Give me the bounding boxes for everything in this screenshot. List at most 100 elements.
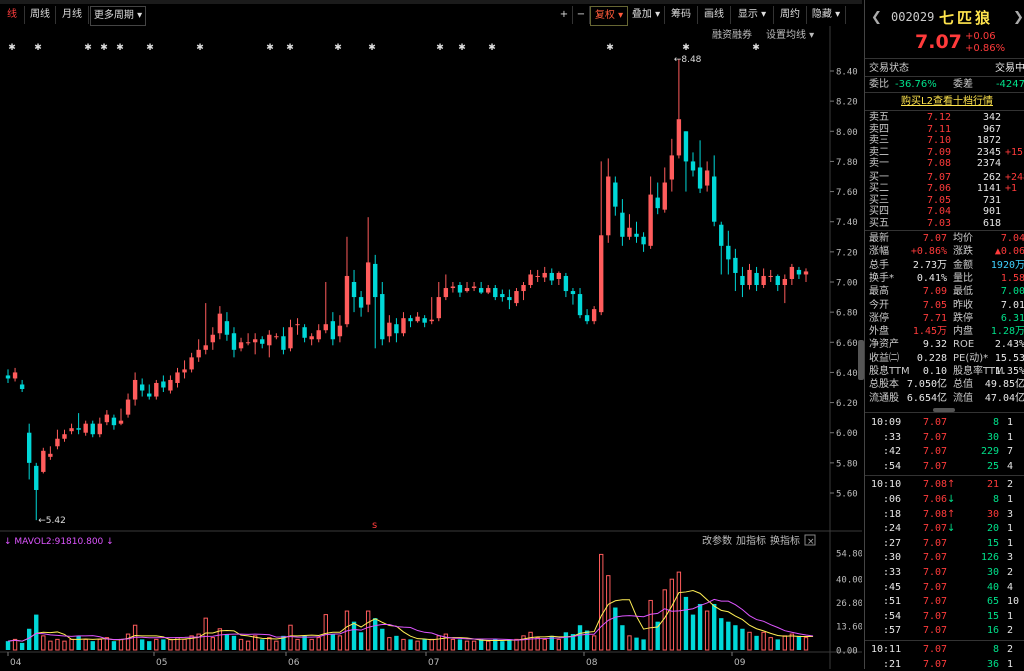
tick-price: 7.07: [923, 610, 948, 622]
level-label: 卖一: [869, 158, 889, 169]
candle-body: [97, 423, 102, 435]
volume-bar: [683, 596, 689, 650]
overlay-dropdown[interactable]: 叠加 ▾: [628, 6, 665, 24]
volume-bar: [704, 610, 710, 651]
price-tick-label: 7.00: [836, 279, 858, 289]
candle-body: [443, 288, 449, 298]
event-marker-icon: ✱: [146, 43, 154, 53]
candle-body: [281, 336, 286, 350]
tick-volume: 16: [986, 625, 999, 637]
display-dropdown[interactable]: 显示 ▾: [731, 6, 774, 24]
month-label: 08: [586, 658, 598, 668]
candle-body: [599, 235, 604, 313]
tick-count: 1: [1007, 431, 1014, 443]
more-periods-dropdown[interactable]: 更多周期 ▾: [90, 6, 146, 26]
stat-label: 收益㈡: [869, 352, 899, 364]
period-day-button[interactable]: 线: [0, 6, 25, 24]
volume-bar: [584, 630, 590, 650]
volume-bar: [394, 635, 399, 650]
bid-level-2: 买二 7.06 1141 +1: [869, 183, 1024, 194]
period-week-button[interactable]: 周线: [25, 6, 56, 24]
tick-price: 7.07: [923, 460, 948, 472]
tick-time: :33: [883, 431, 902, 443]
volume-bar: [429, 638, 434, 651]
tick-count: 2: [1007, 479, 1014, 491]
candle-body: [796, 269, 802, 275]
event-marker-icon: ✱: [368, 43, 376, 53]
period-month-button[interactable]: 月线: [56, 6, 89, 24]
chips-button[interactable]: 筹码: [665, 6, 698, 24]
volume-bar: [83, 638, 88, 651]
candle-body: [224, 321, 230, 335]
stat-row: 流通股 6.654亿 流值 47.04亿: [869, 392, 1024, 405]
stat-row: 今开 7.05 昨收 7.01: [869, 299, 1024, 312]
candle-body: [584, 315, 590, 322]
stat-label: 今开: [869, 299, 889, 311]
tick-price: 7.07: [923, 567, 948, 578]
volume-bar: [323, 614, 328, 651]
level-volume: 967: [982, 123, 1001, 135]
tick-direction-icon: ↑: [947, 508, 956, 520]
event-marker-icon: ✱: [196, 43, 204, 53]
hide-dropdown[interactable]: 隐藏 ▾: [807, 6, 846, 24]
volume-bar: [754, 635, 759, 650]
forward-arrow-icon[interactable]: ❯: [1013, 10, 1024, 25]
candle-body: [245, 342, 251, 344]
tick-time: 10:11: [871, 644, 902, 655]
adjust-dropdown[interactable]: 复权 ▾: [590, 6, 628, 26]
stat-value: 1.35%: [994, 366, 1024, 377]
ask-level-1: 卖五 7.12 342: [869, 112, 1024, 123]
tick-time: :54: [883, 460, 902, 472]
zoom-in-button[interactable]: +: [556, 6, 573, 24]
price-tick-label: 7.60: [836, 188, 858, 198]
tick-time: :54: [883, 610, 902, 622]
tick-row: :18 7.08 ↑ 30 3: [869, 508, 1024, 521]
candle-body: [740, 275, 745, 286]
volume-bar: [782, 635, 788, 651]
stat-label: 总值: [953, 379, 973, 391]
stat-value: ▲0.06: [994, 246, 1024, 258]
month-label: 05: [156, 658, 167, 668]
volume-bar: [471, 640, 477, 651]
status-value: 交易中: [995, 63, 1024, 74]
volume-bar: [19, 642, 25, 650]
candle-body: [111, 417, 117, 426]
price-tick-label: 8.40: [836, 68, 858, 78]
volume-tick-label: 54.80: [836, 550, 862, 560]
stat-value: 0.10: [922, 366, 947, 377]
price-tick-label: 6.00: [836, 429, 858, 439]
back-arrow-icon[interactable]: ❮: [871, 10, 882, 25]
zoom-out-button[interactable]: −: [573, 6, 590, 24]
stat-value: 1920万: [990, 259, 1024, 271]
stat-label: 涨跌: [953, 246, 973, 258]
event-marker-icon: ✱: [8, 43, 16, 53]
candle-body: [500, 294, 505, 298]
tick-price: 7.07: [923, 431, 948, 443]
candle-body: [676, 119, 682, 156]
draw-line-button[interactable]: 画线: [698, 6, 731, 24]
candle-body: [726, 245, 731, 260]
candle-body: [288, 327, 293, 349]
weekly-button[interactable]: 周约: [774, 6, 807, 24]
event-marker-icon: ✱: [100, 43, 108, 53]
tick-time: :27: [883, 537, 902, 549]
candle-body: [768, 275, 773, 277]
candle-body: [365, 262, 371, 305]
weicha-value: -4247: [995, 79, 1024, 90]
buy-l2-link[interactable]: 购买L2查看十档行情: [869, 95, 1024, 108]
tick-time: 10:10: [871, 479, 902, 491]
candle-body: [34, 465, 39, 490]
volume-bar: [457, 639, 463, 650]
volume-bar: [274, 640, 279, 651]
tick-volume: 8: [992, 644, 999, 655]
candle-body: [662, 182, 667, 210]
candle-body: [641, 236, 646, 245]
volume-bar: [803, 637, 809, 651]
stat-row: 最新 7.07 均价 7.04: [869, 232, 1024, 245]
kline-chart[interactable]: 融资融券 设置均线 ▾ 8.40 8.20 8.00 7.80 7.60 7.40 7.20 7.…: [0, 26, 862, 669]
stat-value: 7.04: [1000, 233, 1024, 244]
tick-row: :24 7.07 ↓ 20 1: [869, 522, 1024, 535]
volume-bar: [41, 635, 46, 651]
level-label: 卖四: [869, 123, 889, 135]
candle-body: [464, 288, 470, 292]
